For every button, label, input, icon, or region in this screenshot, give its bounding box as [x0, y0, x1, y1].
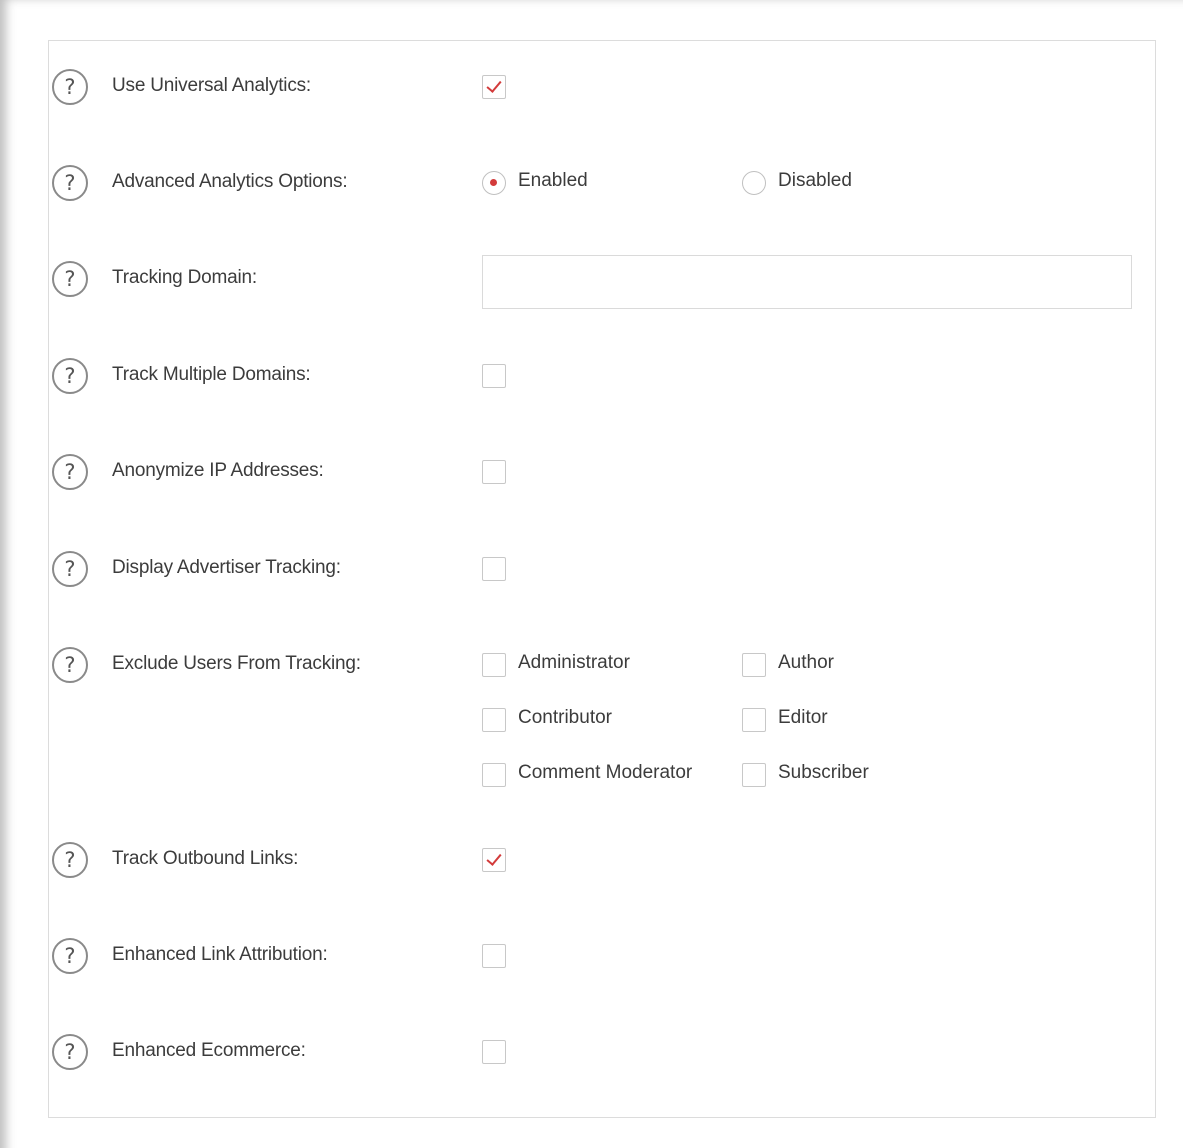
- tracking-domain-input[interactable]: [482, 255, 1132, 309]
- row-ecommerce: ? Enhanced Ecommerce:: [48, 1027, 1156, 1077]
- exclude-subscriber-label[interactable]: Subscriber: [778, 762, 869, 784]
- link-attribution-label: Enhanced Link Attribution:: [112, 944, 328, 965]
- row-multiple-domains: ? Track Multiple Domains:: [48, 351, 1156, 401]
- exclude-editor-checkbox[interactable]: [742, 708, 766, 732]
- advanced-options-label: Advanced Analytics Options:: [112, 171, 348, 192]
- ecommerce-label: Enhanced Ecommerce:: [112, 1040, 306, 1061]
- exclude-author-checkbox[interactable]: [742, 653, 766, 677]
- exclude-author-label[interactable]: Author: [778, 652, 834, 674]
- exclude-editor-label[interactable]: Editor: [778, 707, 828, 729]
- help-icon[interactable]: ?: [52, 647, 88, 683]
- help-icon[interactable]: ?: [52, 454, 88, 490]
- link-attribution-checkbox[interactable]: [482, 944, 506, 968]
- help-icon[interactable]: ?: [52, 551, 88, 587]
- multiple-domains-checkbox[interactable]: [482, 364, 506, 388]
- row-advanced-options: ? Advanced Analytics Options: Enabled Di…: [48, 158, 1156, 208]
- exclude-comment-moderator-label[interactable]: Comment Moderator: [518, 762, 692, 784]
- row-outbound-links: ? Track Outbound Links:: [48, 835, 1156, 885]
- outbound-links-label: Track Outbound Links:: [112, 848, 299, 869]
- advertiser-tracking-checkbox[interactable]: [482, 557, 506, 581]
- exclude-contributor-label[interactable]: Contributor: [518, 707, 612, 729]
- help-icon[interactable]: ?: [52, 938, 88, 974]
- exclude-contributor-checkbox[interactable]: [482, 708, 506, 732]
- universal-analytics-checkbox[interactable]: [482, 75, 506, 99]
- advertiser-tracking-label: Display Advertiser Tracking:: [112, 557, 341, 578]
- help-icon[interactable]: ?: [52, 165, 88, 201]
- multiple-domains-label: Track Multiple Domains:: [112, 364, 311, 385]
- anonymize-ip-checkbox[interactable]: [482, 460, 506, 484]
- row-universal-analytics: ? Use Universal Analytics:: [48, 62, 1156, 112]
- help-icon[interactable]: ?: [52, 1034, 88, 1070]
- ecommerce-checkbox[interactable]: [482, 1040, 506, 1064]
- advanced-options-disabled-label[interactable]: Disabled: [778, 170, 852, 192]
- universal-analytics-label: Use Universal Analytics:: [112, 75, 311, 96]
- exclude-users-label: Exclude Users From Tracking:: [112, 653, 361, 674]
- row-link-attribution: ? Enhanced Link Attribution:: [48, 931, 1156, 981]
- row-advertiser-tracking: ? Display Advertiser Tracking:: [48, 544, 1156, 594]
- advanced-options-disabled-radio[interactable]: [742, 171, 766, 195]
- advanced-options-enabled-label[interactable]: Enabled: [518, 170, 588, 192]
- anonymize-ip-label: Anonymize IP Addresses:: [112, 460, 324, 481]
- exclude-subscriber-checkbox[interactable]: [742, 763, 766, 787]
- help-icon[interactable]: ?: [52, 69, 88, 105]
- exclude-administrator-label[interactable]: Administrator: [518, 652, 630, 674]
- help-icon[interactable]: ?: [52, 261, 88, 297]
- row-tracking-domain: ? Tracking Domain:: [48, 255, 1156, 311]
- row-anonymize-ip: ? Anonymize IP Addresses:: [48, 447, 1156, 497]
- help-icon[interactable]: ?: [52, 358, 88, 394]
- exclude-comment-moderator-checkbox[interactable]: [482, 763, 506, 787]
- advanced-options-enabled-radio[interactable]: [482, 171, 506, 195]
- help-icon[interactable]: ?: [52, 842, 88, 878]
- tracking-domain-label: Tracking Domain:: [112, 267, 257, 288]
- exclude-administrator-checkbox[interactable]: [482, 653, 506, 677]
- row-exclude-users: ? Exclude Users From Tracking: Administr…: [48, 640, 1156, 800]
- outbound-links-checkbox[interactable]: [482, 848, 506, 872]
